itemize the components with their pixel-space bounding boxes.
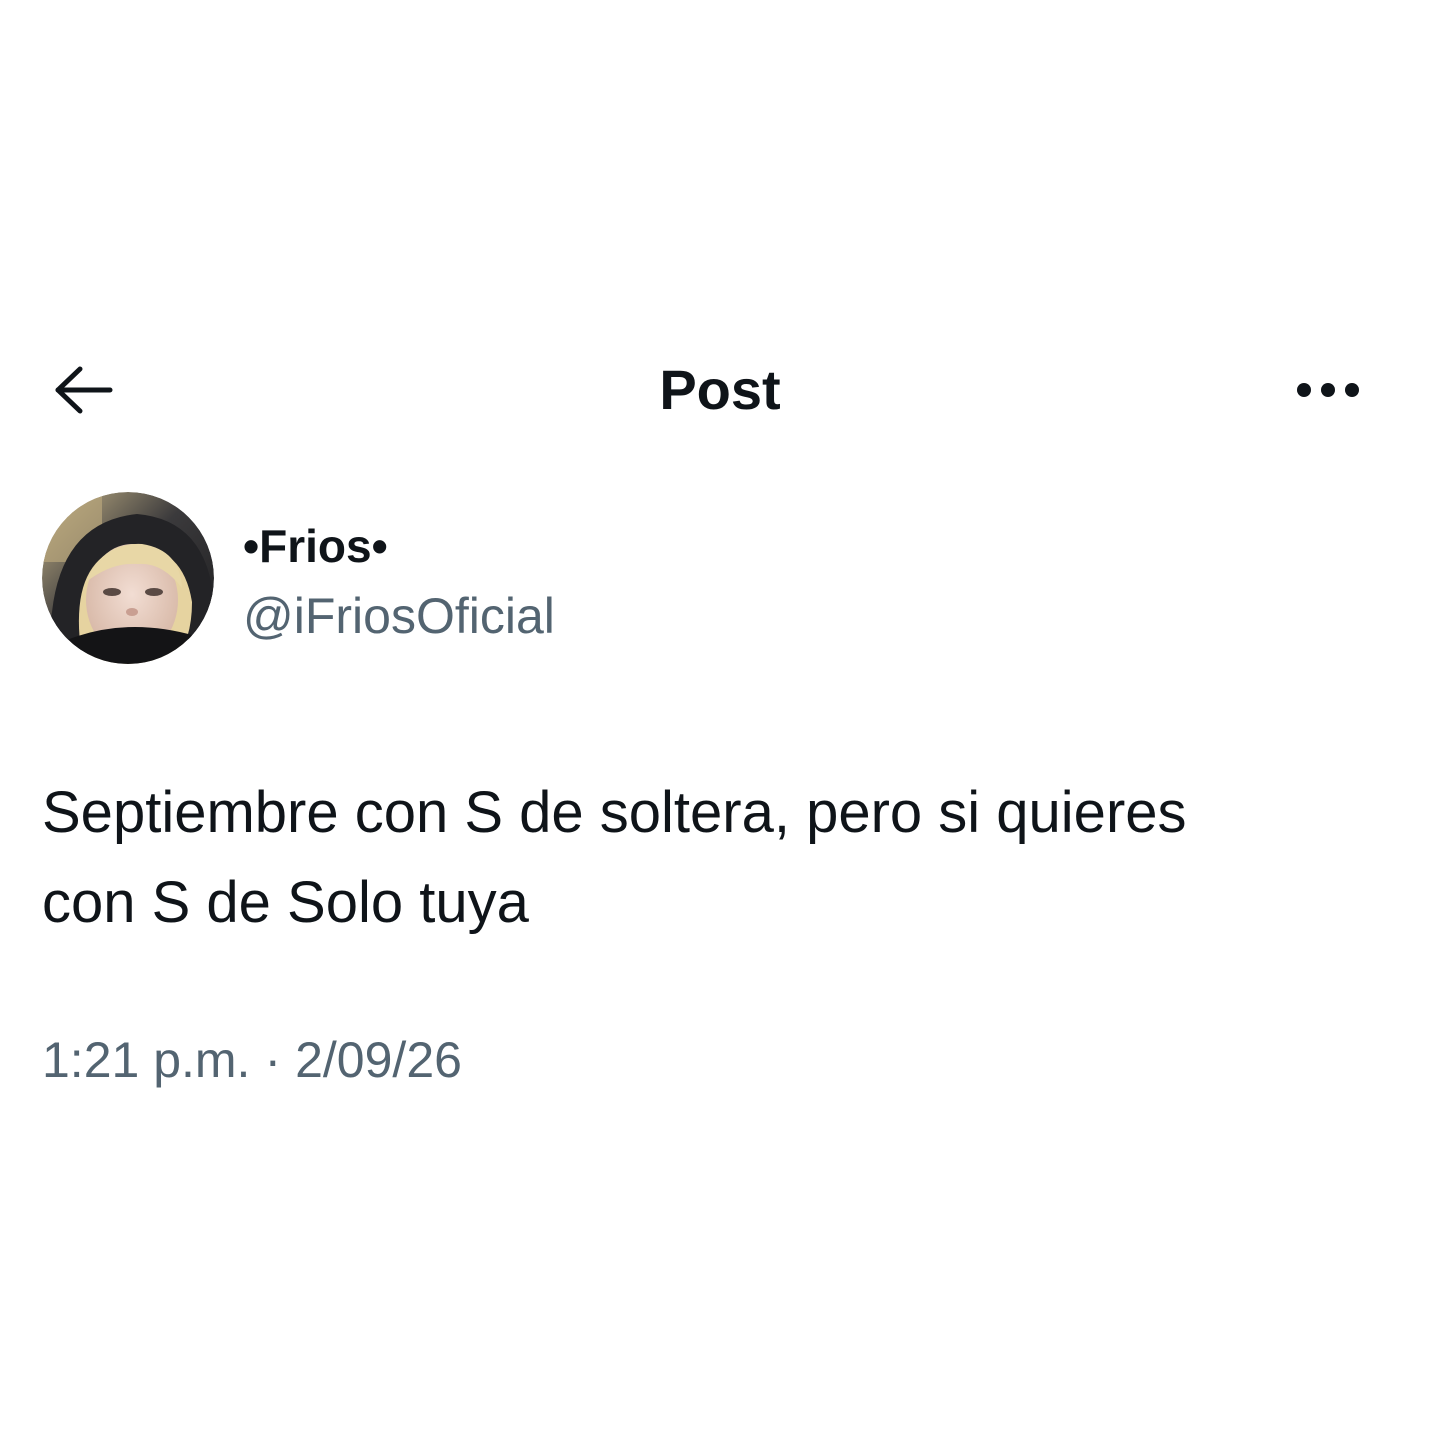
more-options-button[interactable] [1280, 360, 1380, 420]
profile-photo [42, 492, 214, 664]
post-time[interactable]: 1:21 p.m. [42, 1030, 250, 1090]
display-name[interactable]: •Frios• [243, 518, 388, 574]
post-text-line: Septiembre con S de soltera, pero si qui… [42, 780, 1187, 845]
post-metadata: 1:21 p.m. · 2/09/26 [42, 1030, 462, 1090]
more-horizontal-icon [1297, 383, 1359, 397]
avatar[interactable] [42, 492, 214, 664]
page-title: Post [659, 358, 781, 421]
top-bar: Post [0, 340, 1440, 440]
username-handle[interactable]: @iFriosOficial [243, 586, 555, 646]
meta-separator: · [264, 1032, 282, 1088]
post-text-line: con S de Solo tuya [42, 870, 529, 935]
post-date[interactable]: 2/09/26 [295, 1030, 462, 1090]
post-body: Septiembre con S de soltera, pero si qui… [42, 768, 1382, 948]
